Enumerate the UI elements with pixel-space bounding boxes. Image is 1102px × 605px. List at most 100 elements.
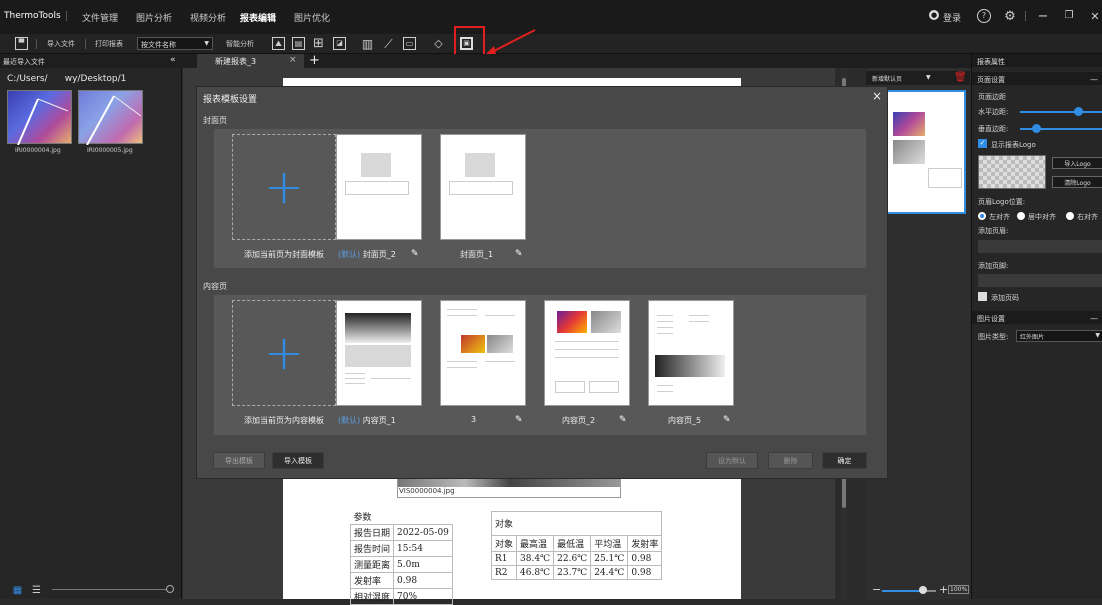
edit-pencil-icon[interactable]: ✎ xyxy=(515,415,523,425)
image-caption: VIS0000004.jpg xyxy=(399,487,455,495)
confirm-button[interactable]: 确定 xyxy=(822,452,867,469)
edit-pencil-icon[interactable]: ✎ xyxy=(411,249,419,259)
collapse-icon[interactable]: — xyxy=(1090,314,1098,323)
sort-select[interactable]: 按文件名称 ▼ xyxy=(137,37,213,50)
align-right-radio[interactable] xyxy=(1066,212,1074,220)
page-thumbnail[interactable] xyxy=(886,90,966,214)
table-row: R2 46.8℃ 23.7℃ 24.4℃ 0.98 xyxy=(490,565,663,580)
v-margin-slider-handle[interactable] xyxy=(1032,124,1042,133)
image-type-label: 图片类型: xyxy=(978,333,1009,341)
minimize-icon[interactable]: − xyxy=(1036,9,1050,23)
template-card-cover-1[interactable] xyxy=(440,134,526,240)
cover-2-caption: (默认) 封面页_2 xyxy=(338,250,396,259)
align-center-label: 居中对齐 xyxy=(1028,213,1056,221)
template-card-cover-2[interactable] xyxy=(336,134,422,240)
menu-file-management[interactable]: 文件管理 xyxy=(82,11,118,24)
default-page-select[interactable]: 新增默认页 ▼ 🗑 xyxy=(866,71,970,85)
show-logo-checkbox[interactable]: ✓ xyxy=(978,139,987,148)
smart-analysis-button[interactable]: 智能分析 xyxy=(226,39,254,49)
import-file-button[interactable]: 导入文件 xyxy=(47,39,75,49)
template-card-content-2[interactable] xyxy=(544,300,630,406)
dialog-close-icon[interactable]: × xyxy=(872,89,882,103)
table-row: 对象 最高温 最低温 平均温 发射率 xyxy=(490,535,663,552)
app-title: ThermoTools xyxy=(4,11,61,21)
insert-frame-icon[interactable]: ◪ xyxy=(333,37,346,50)
slider-handle[interactable] xyxy=(166,585,174,593)
insert-image-icon[interactable]: ⛰ xyxy=(272,37,285,50)
zoom-in-icon[interactable]: + xyxy=(939,583,948,596)
delete-button[interactable]: 删除 xyxy=(768,452,813,469)
login-button[interactable]: 登录 xyxy=(943,11,961,24)
add-page-number-checkbox[interactable] xyxy=(978,292,987,301)
import-logo-button[interactable]: 导入Logo xyxy=(1052,157,1102,169)
set-default-button[interactable]: 设为默认 xyxy=(706,452,758,469)
edit-pencil-icon[interactable]: ✎ xyxy=(723,415,731,425)
template-card-content-1[interactable] xyxy=(336,300,422,406)
close-window-icon[interactable]: ✕ xyxy=(1088,9,1102,23)
content-2-caption: 内容页_2 xyxy=(562,416,596,425)
list-view-icon[interactable]: ☰ xyxy=(31,586,42,596)
file-thumbnail[interactable] xyxy=(7,90,72,146)
align-left-radio[interactable] xyxy=(978,212,986,220)
import-template-button[interactable]: 导入模板 xyxy=(272,452,324,469)
add-cover-template-button[interactable]: + xyxy=(232,134,336,240)
menu-image-analysis[interactable]: 图片分析 xyxy=(136,11,172,24)
print-report-button[interactable]: 打印报表 xyxy=(95,39,123,49)
page-settings-header[interactable]: 页面设置 xyxy=(972,72,1102,85)
bar-chart-icon[interactable]: ▥ xyxy=(361,37,374,50)
settings-gear-icon[interactable]: ⚙ xyxy=(1002,8,1018,24)
line-chart-icon[interactable]: ⟋ xyxy=(382,37,395,50)
menu-report-edit[interactable]: 报表编辑 xyxy=(240,11,276,24)
image-placeholder-icon xyxy=(465,153,495,177)
menu-bar: ThermoTools 文件管理 图片分析 视频分析 报表编辑 图片优化 ● 登… xyxy=(0,0,1102,34)
header-input[interactable] xyxy=(978,240,1102,253)
template-card-content-3[interactable] xyxy=(440,300,526,406)
footer-input[interactable] xyxy=(978,274,1102,287)
file-name: IRI0000004.jpg xyxy=(15,147,61,154)
zoom-slider-handle[interactable] xyxy=(919,586,927,594)
h-margin-slider-handle[interactable] xyxy=(1073,107,1083,116)
help-icon[interactable]: ? xyxy=(977,9,991,23)
menu-image-optimize[interactable]: 图片优化 xyxy=(294,11,330,24)
h-margin-label: 水平边距: xyxy=(978,108,1009,116)
text-box-icon[interactable]: ▭ xyxy=(403,37,416,50)
content-group-label: 内容页 xyxy=(203,282,227,291)
restore-icon[interactable]: ❐ xyxy=(1062,9,1076,23)
v-margin-label: 垂直边距: xyxy=(978,125,1009,133)
grid-view-icon[interactable]: ▦ xyxy=(12,586,23,596)
delete-page-icon[interactable]: 🗑 xyxy=(954,72,967,83)
zoom-out-icon[interactable]: − xyxy=(872,583,881,596)
menu-video-analysis[interactable]: 视频分析 xyxy=(190,11,226,24)
file-thumbnail[interactable] xyxy=(78,90,143,146)
align-right-label: 右对齐 xyxy=(1077,213,1098,221)
objects-table: 对象 对象 最高温 最低温 平均温 发射率 R1 38.4℃ 22.6℃ 25.1℃ 0.98 … xyxy=(490,511,663,580)
clear-logo-button[interactable]: 清除Logo xyxy=(1052,176,1102,188)
plus-icon: + xyxy=(263,159,305,215)
align-center-radio[interactable] xyxy=(1017,212,1025,220)
collapse-panel-icon[interactable]: « xyxy=(170,55,176,65)
menu-separator xyxy=(66,11,67,21)
image-settings-header[interactable]: 图片设置 xyxy=(972,311,1102,324)
toolbar: ▀ 导入文件 打印报表 按文件名称 ▼ 智能分析 ⛰ ▤ ⊞ ◪ ▥ ⟋ ▭ ◇… xyxy=(0,34,1102,54)
save-icon[interactable]: ▀ xyxy=(15,37,28,50)
add-content-template-button[interactable]: + xyxy=(232,300,336,406)
eraser-icon[interactable]: ◇ xyxy=(432,37,445,50)
template-card-content-5[interactable] xyxy=(648,300,734,406)
chevron-down-icon: ▼ xyxy=(1095,332,1100,339)
insert-table-icon[interactable]: ⊞ xyxy=(312,37,325,50)
table-row: 发射率 0.98 xyxy=(349,572,453,589)
table-row: 报告时间 15:54 xyxy=(349,540,453,557)
thumbnail-size-slider[interactable] xyxy=(52,589,170,590)
edit-pencil-icon[interactable]: ✎ xyxy=(515,249,523,259)
tab-close-icon[interactable]: × xyxy=(289,55,297,65)
edit-pencil-icon[interactable]: ✎ xyxy=(619,415,627,425)
tab-report-3[interactable]: 新建报表_3 × xyxy=(197,54,304,68)
image-type-select[interactable]: 红外图片 ▼ xyxy=(1016,330,1102,342)
add-page-number-label: 添加页码 xyxy=(991,294,1019,302)
add-tab-icon[interactable]: + xyxy=(309,53,320,68)
insert-image-text-icon[interactable]: ▤ xyxy=(292,37,305,50)
collapse-icon[interactable]: — xyxy=(1090,75,1098,84)
export-template-button[interactable]: 导出模板 xyxy=(213,452,265,469)
table-row: R1 38.4℃ 22.6℃ 25.1℃ 0.98 xyxy=(490,551,663,566)
h-margin-slider[interactable] xyxy=(1020,111,1102,113)
